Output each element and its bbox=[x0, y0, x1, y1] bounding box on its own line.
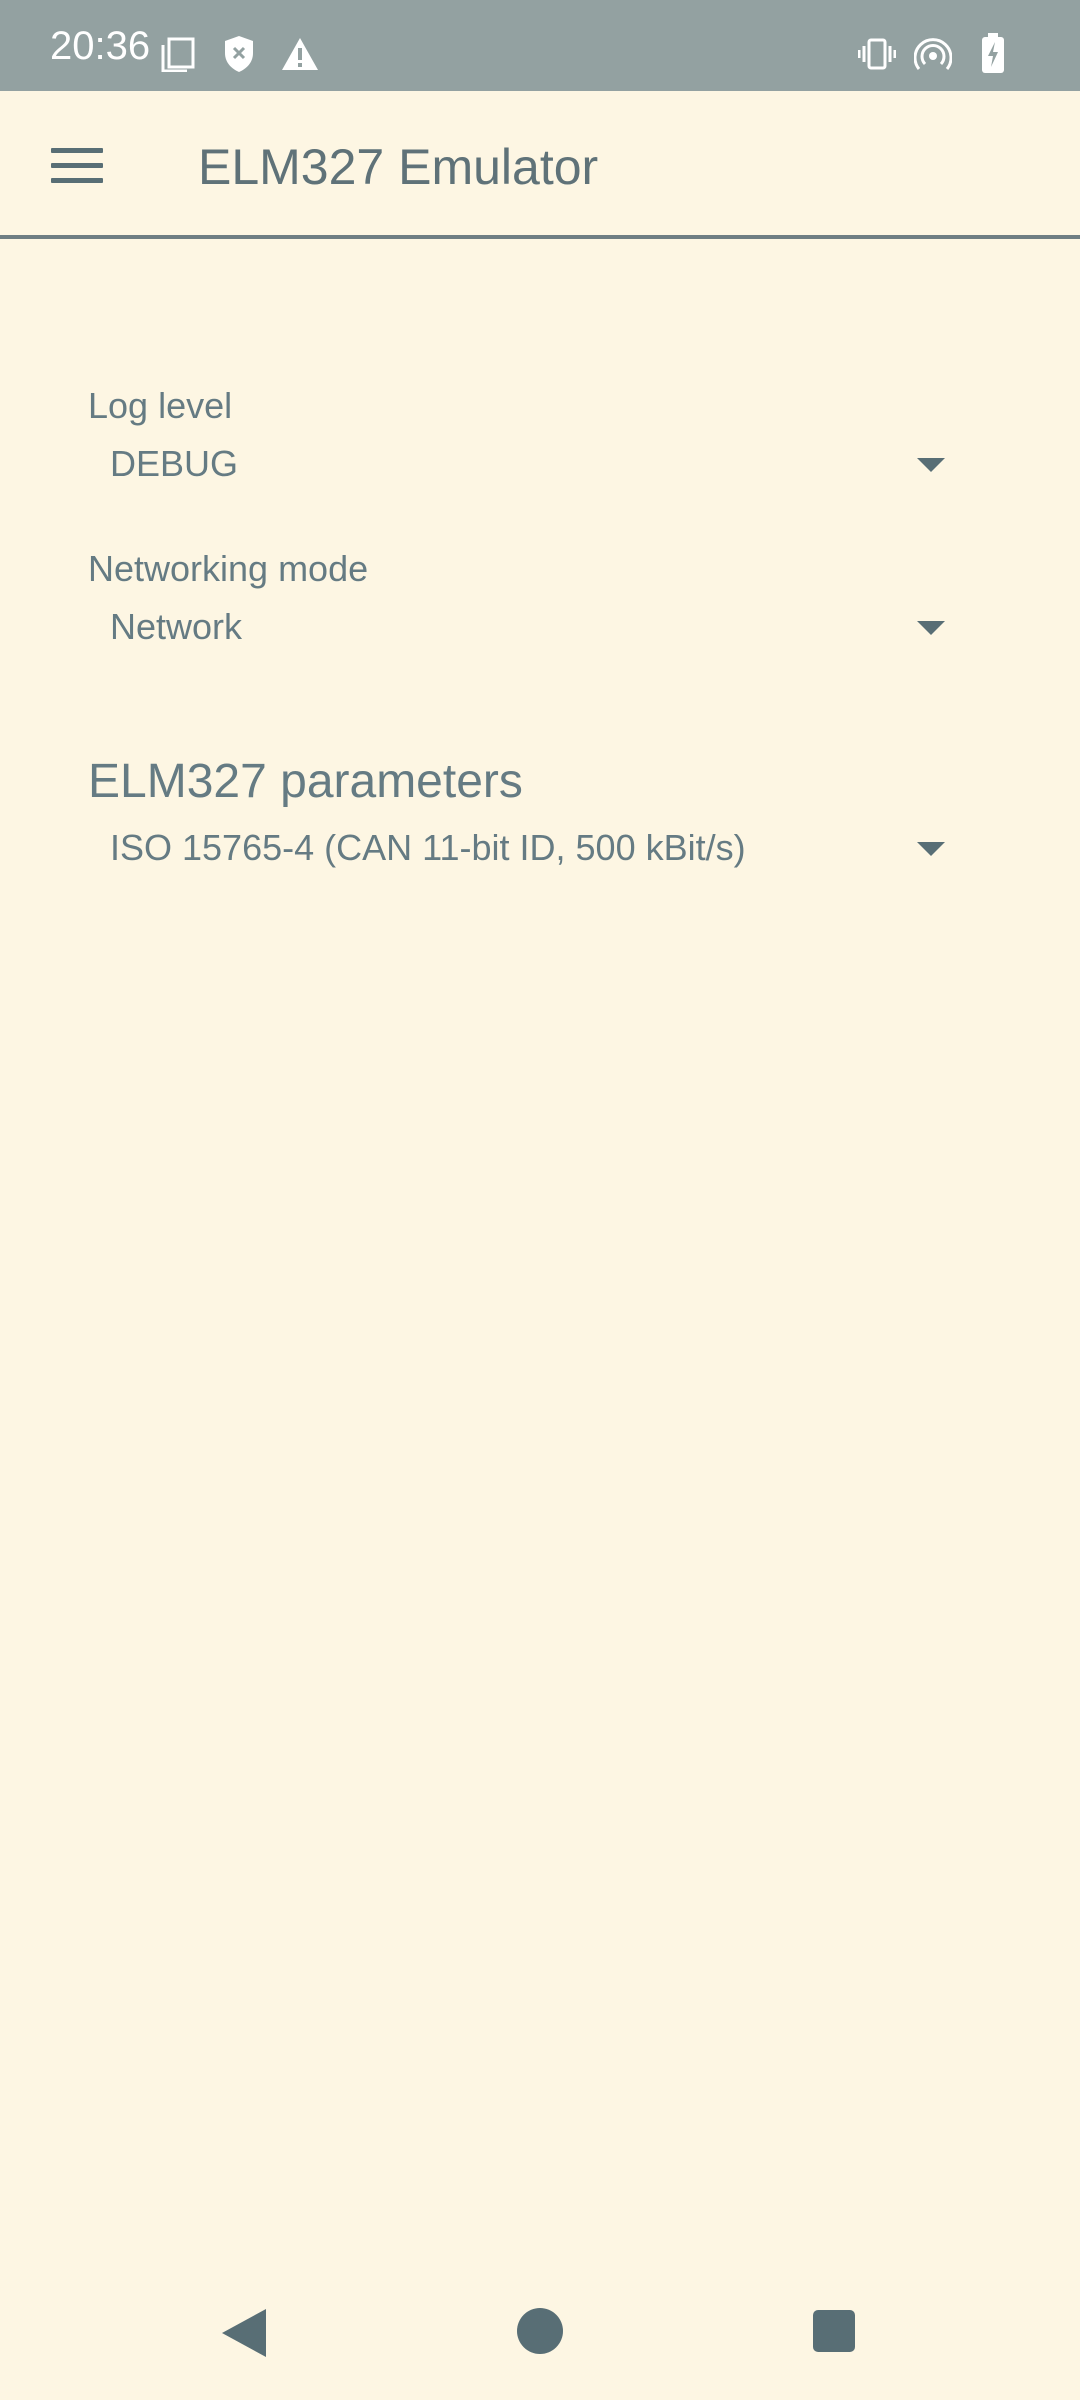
status-bar: 20:36 bbox=[0, 0, 1080, 91]
shield-icon bbox=[225, 36, 253, 72]
dropdown-arrow-icon bbox=[917, 621, 945, 635]
battery-charging-icon bbox=[982, 33, 1004, 73]
hamburger-menu-icon[interactable] bbox=[40, 131, 114, 199]
hotspot-icon bbox=[914, 38, 952, 70]
elm327-section-title: ELM327 parameters bbox=[88, 755, 523, 808]
log-level-dropdown[interactable]: DEBUG bbox=[88, 424, 968, 504]
app-title: ELM327 Emulator bbox=[198, 139, 599, 195]
protocol-dropdown[interactable]: ISO 15765-4 (CAN 11-bit ID, 500 kBit/s) bbox=[88, 808, 968, 888]
networking-mode-dropdown[interactable]: Network bbox=[88, 587, 968, 667]
home-icon[interactable] bbox=[517, 2308, 563, 2354]
status-time: 20:36 bbox=[50, 24, 151, 68]
recents-icon[interactable] bbox=[813, 2310, 855, 2352]
back-icon[interactable] bbox=[222, 2309, 266, 2357]
screenshot-icon bbox=[161, 37, 195, 72]
app-bar: ELM327 Emulator bbox=[0, 91, 1080, 239]
networking-mode-label: Networking mode bbox=[88, 548, 369, 589]
protocol-value: ISO 15765-4 (CAN 11-bit ID, 500 kBit/s) bbox=[110, 827, 746, 868]
warning-icon bbox=[282, 38, 318, 70]
log-level-label: Log level bbox=[88, 385, 233, 426]
dropdown-arrow-icon bbox=[917, 458, 945, 472]
log-level-value: DEBUG bbox=[110, 443, 239, 484]
navigation-bar bbox=[0, 2256, 1080, 2400]
vibrate-icon bbox=[858, 38, 896, 70]
networking-mode-value: Network bbox=[110, 606, 243, 647]
dropdown-arrow-icon bbox=[917, 842, 945, 856]
